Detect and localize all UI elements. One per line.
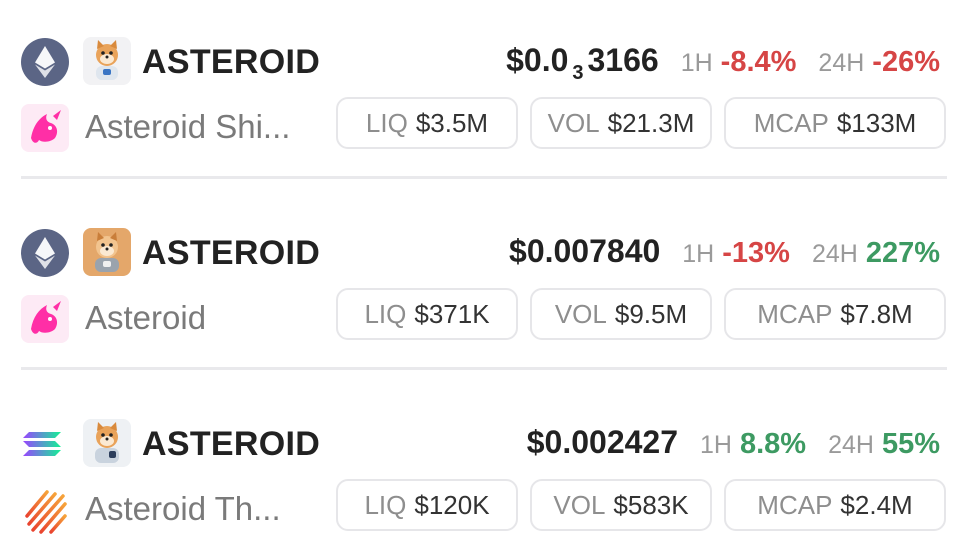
token-symbol: ASTEROID [142, 425, 321, 463]
token-price: $0.002427 [526, 424, 678, 460]
shiba-astronaut-icon [83, 228, 131, 276]
raydium-icon [25, 490, 67, 534]
change-1h-label: 1H [682, 240, 715, 268]
token-row[interactable]: ASTEROID Asteroid Shi... $0.0 3 3166 1H -8… [0, 0, 968, 170]
solana-icon [23, 432, 61, 456]
token-row[interactable]: ASTEROID Asteroid $0.007840 1H -13% 24H … [0, 191, 968, 361]
token-name: Asteroid [85, 299, 207, 336]
token-symbol: ASTEROID [142, 234, 321, 272]
token-price: $0.0 3 3166 [506, 42, 659, 84]
volume-pill: VOL $21.3M [530, 97, 712, 149]
price-change-bar: $0.0 3 3166 1H -8.4% 24H -26% [506, 36, 940, 84]
shiba-astronaut-icon [83, 37, 131, 85]
change-24h-value: 227% [865, 237, 940, 269]
volume-pill: VOL $583K [530, 479, 712, 531]
price-change-bar: $0.002427 1H 8.8% 24H 55% [527, 418, 940, 466]
token-list: ASTEROID Asteroid Shi... $0.0 3 3166 1H -8… [0, 0, 968, 550]
row-divider [21, 176, 947, 179]
token-price: $0.007840 [509, 233, 661, 269]
market-cap-pill: MCAP $133M [724, 97, 946, 149]
change-1h-label: 1H [680, 49, 713, 77]
liquidity-pill: LIQ $3.5M [336, 97, 518, 149]
change-24h-label: 24H [811, 240, 858, 268]
change-24h-label: 24H [828, 431, 874, 459]
change-24h-value: 55% [881, 428, 940, 460]
price-change-bar: $0.007840 1H -13% 24H 227% [509, 227, 940, 275]
change-24h-label: 24H [818, 49, 865, 77]
token-row[interactable]: ASTEROID Asteroid Th... $0.002427 1H 8.8… [0, 382, 968, 552]
liquidity-pill: LIQ $371K [336, 288, 518, 340]
change-24h-value: -26% [872, 46, 940, 78]
market-cap-pill: MCAP $2.4M [724, 479, 946, 531]
ethereum-icon [21, 38, 69, 86]
token-name: Asteroid Th... [85, 490, 281, 527]
volume-pill: VOL $9.5M [530, 288, 712, 340]
ethereum-icon [21, 229, 69, 277]
token-name: Asteroid Shi... [85, 108, 291, 145]
change-1h-value: -8.4% [720, 46, 797, 78]
change-1h-value: -13% [722, 237, 790, 269]
market-cap-pill: MCAP $7.8M [724, 288, 946, 340]
token-symbol: ASTEROID [142, 43, 321, 81]
shiba-astronaut-icon [83, 419, 131, 467]
change-1h-value: 8.8% [739, 428, 807, 460]
liquidity-pill: LIQ $120K [336, 479, 518, 531]
uniswap-icon [21, 295, 69, 343]
price-zero-count: 3 [572, 62, 584, 84]
uniswap-icon [21, 104, 69, 152]
change-1h-label: 1H [700, 431, 732, 459]
row-divider [21, 367, 947, 370]
